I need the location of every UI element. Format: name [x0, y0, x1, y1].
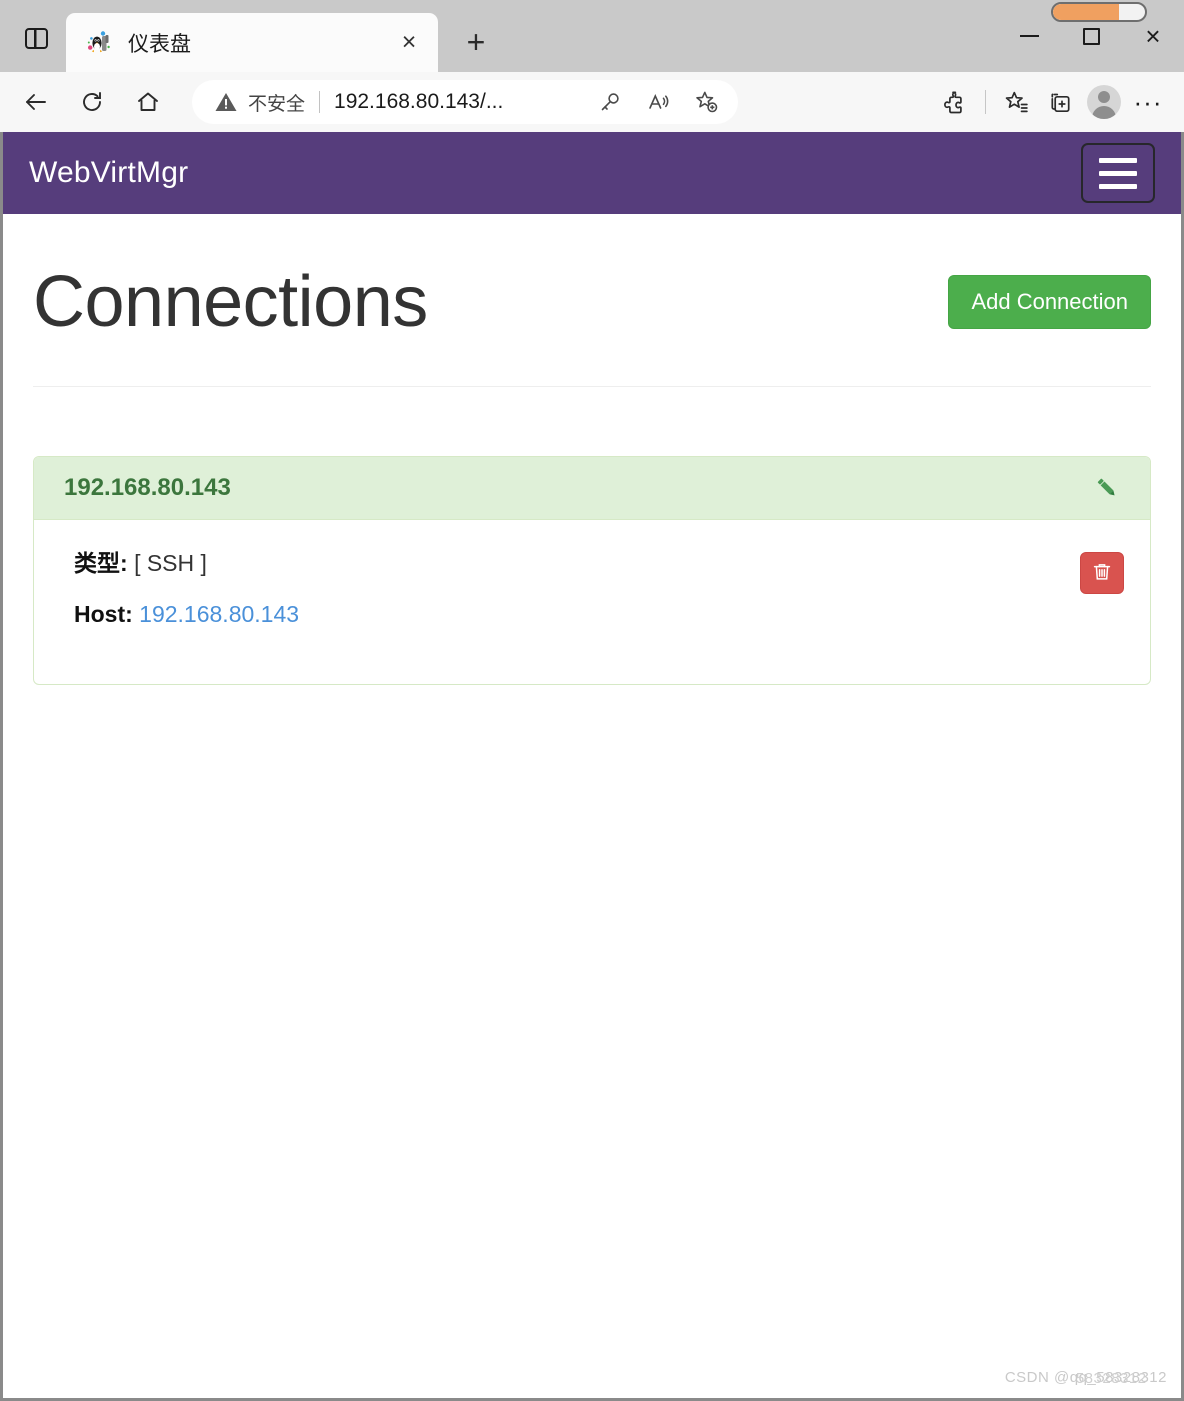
back-button[interactable]: [14, 80, 58, 124]
page-title: Connections: [33, 262, 428, 342]
home-button[interactable]: [126, 80, 170, 124]
security-label: 不安全: [248, 93, 306, 115]
connection-host-link[interactable]: 192.168.80.143: [139, 601, 299, 627]
close-icon: ×: [1145, 21, 1161, 51]
browser-tab[interactable]: 仪表盘 ×: [66, 13, 438, 72]
address-bar[interactable]: 不安全 192.168.80.143/...: [192, 80, 738, 124]
linux-penguin-favicon-icon: [86, 30, 112, 56]
add-favorite-icon[interactable]: [684, 80, 728, 124]
hamburger-menu-icon[interactable]: [1081, 143, 1155, 203]
app-navbar: WebVirtMgr: [3, 132, 1181, 214]
trash-delete-icon: [1091, 561, 1113, 586]
connection-card-header: 192.168.80.143: [34, 457, 1150, 520]
avatar-image: [1087, 85, 1121, 119]
toolbar-separator: [985, 90, 986, 114]
progress-fill: [1053, 4, 1120, 20]
toolbar-right-actions: ···: [933, 80, 1170, 124]
download-progress-indicator: [1051, 2, 1147, 22]
connection-card: 192.168.80.143 类型: [SSH] Host: 192.168…: [33, 456, 1151, 685]
collections-icon[interactable]: [1038, 80, 1082, 124]
ellipsis-glyph: ···: [1133, 87, 1163, 117]
header-divider: [33, 386, 1151, 387]
connection-type-label: 类型:: [74, 550, 128, 576]
url-text[interactable]: 192.168.80.143/...: [334, 90, 588, 114]
sidebar-panel-icon: [24, 27, 48, 49]
page-header: Connections Add Connection: [33, 214, 1151, 338]
omnibox-actions: [588, 80, 728, 124]
key-icon[interactable]: [588, 80, 632, 124]
new-tab-button[interactable]: +: [456, 22, 496, 62]
security-status[interactable]: 不安全: [214, 89, 305, 116]
hamburger-bar: [1099, 170, 1137, 176]
hamburger-bar: [1099, 183, 1137, 189]
refresh-button[interactable]: [70, 80, 114, 124]
maximize-icon: [1082, 27, 1100, 45]
connection-name[interactable]: 192.168.80.143: [64, 474, 231, 502]
warning-triangle-icon: [215, 93, 237, 111]
settings-more-icon[interactable]: ···: [1126, 80, 1170, 124]
connection-host-row: Host: 192.168.80.143: [74, 601, 1080, 629]
app-brand[interactable]: WebVirtMgr: [29, 156, 188, 190]
profile-avatar[interactable]: [1082, 80, 1126, 124]
page-viewport: WebVirtMgr Connections Add Connection 19…: [0, 132, 1184, 1401]
tab-title: 仪表盘: [128, 32, 191, 56]
csdn-watermark: CSDN @qq_58328312 58328312: [1005, 1369, 1167, 1387]
favorites-icon[interactable]: [994, 80, 1038, 124]
window-minimize-button[interactable]: [998, 7, 1060, 65]
tab-sidebar-toggle-button[interactable]: [14, 16, 58, 60]
hamburger-bar: [1099, 157, 1137, 163]
watermark-overlay-text: 58328312: [1075, 1370, 1147, 1387]
browser-titlebar: 仪表盘 × + ×: [0, 0, 1184, 72]
pencil-edit-icon[interactable]: [1090, 471, 1124, 505]
browser-window: 仪表盘 × + × 不安全 192.168.80.143/... ··· Web…: [0, 0, 1184, 1401]
add-connection-button[interactable]: Add Connection: [948, 274, 1151, 330]
connection-type-value: [ SSH ]: [134, 550, 207, 576]
read-aloud-icon[interactable]: [636, 80, 680, 124]
tab-close-icon[interactable]: ×: [394, 28, 424, 58]
extensions-icon[interactable]: [933, 80, 977, 124]
page-container: Connections Add Connection 192.168.80.14…: [3, 214, 1181, 685]
browser-toolbar: 不安全 192.168.80.143/... ···: [0, 72, 1184, 132]
connection-details: 类型: [ SSH ] Host: 192.168.80.143: [74, 550, 1080, 650]
omnibox-separator: [319, 91, 321, 113]
connection-host-label: Host:: [74, 600, 133, 627]
minimize-icon: [1019, 35, 1039, 37]
connection-type-row: 类型: [ SSH ]: [74, 550, 1080, 578]
connection-card-body: 类型: [ SSH ] Host: 192.168.80.143: [34, 520, 1150, 684]
delete-connection-button[interactable]: [1080, 552, 1124, 594]
